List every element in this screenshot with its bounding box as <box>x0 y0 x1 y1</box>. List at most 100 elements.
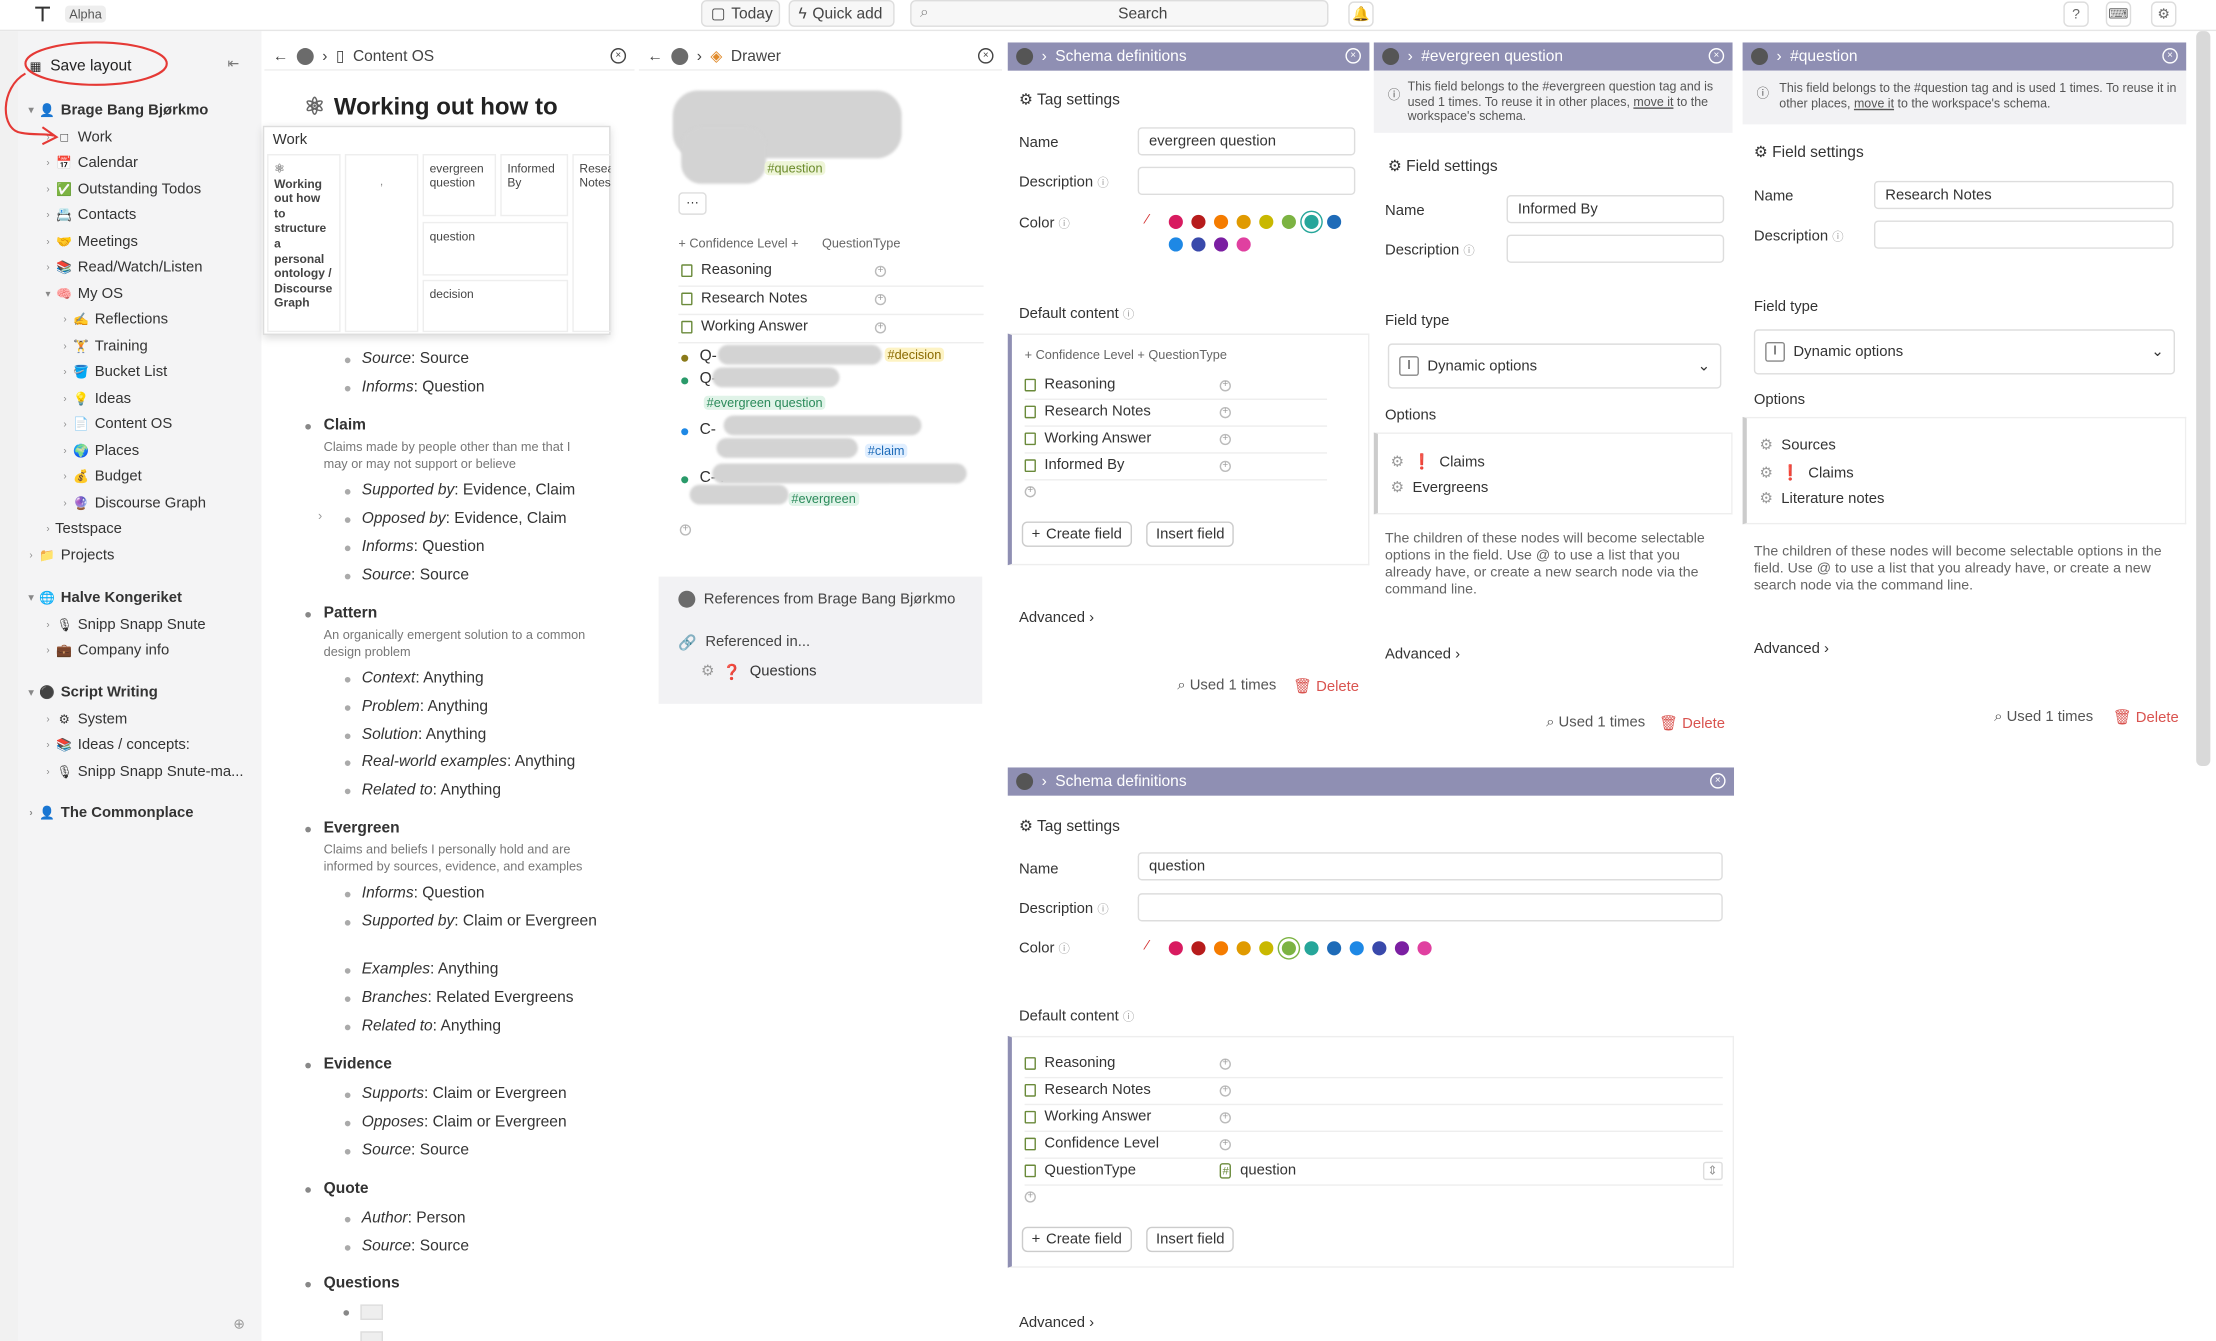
color-swatch[interactable] <box>1236 237 1251 252</box>
today-button[interactable]: ▢ Today <box>700 0 781 27</box>
color-swatch[interactable] <box>1327 214 1342 229</box>
field-row[interactable]: Branches: Related Evergreens <box>362 989 574 1006</box>
move-it-link[interactable]: move it <box>1633 94 1673 108</box>
item-tag[interactable]: #claim <box>864 443 908 458</box>
chevron-right-icon[interactable]: › <box>41 237 55 247</box>
chevron-right-icon[interactable]: › <box>24 808 38 818</box>
description-input[interactable] <box>1137 893 1723 922</box>
add-field-icon[interactable]: + <box>1024 1191 1036 1203</box>
add-field-row[interactable]: + Confidence Level + QuestionType <box>1025 348 1227 362</box>
tag-name-input[interactable]: question <box>1137 852 1723 881</box>
back-arrow-icon[interactable]: ← <box>647 47 663 64</box>
breadcrumb[interactable]: Content OS <box>353 47 434 64</box>
question-thumb[interactable] <box>360 1304 383 1320</box>
sidebar-item[interactable]: › 🏋 Training <box>18 334 261 360</box>
field-row[interactable]: Context: Anything <box>362 670 484 687</box>
chevron-right-icon[interactable]: › <box>41 263 55 273</box>
close-icon[interactable]: × <box>1345 48 1361 64</box>
color-swatch[interactable] <box>1236 941 1251 956</box>
add-value-icon[interactable]: + <box>1219 1112 1231 1124</box>
sidebar-item[interactable]: › 🪣 Bucket List <box>18 359 261 385</box>
color-swatch[interactable] <box>1372 941 1387 956</box>
collapse-sidebar-icon[interactable]: ⇤ <box>228 57 240 73</box>
field-row[interactable]: Source: Source <box>362 1238 469 1255</box>
chevron-down-icon[interactable]: ▾ <box>24 687 38 699</box>
sidebar-item[interactable]: › 📄 Content OS <box>18 411 261 437</box>
chevron-right-icon[interactable]: › <box>58 367 72 377</box>
add-value-icon[interactable]: + <box>1219 433 1231 446</box>
color-swatch[interactable] <box>1213 237 1229 252</box>
item-tag[interactable]: #decision <box>884 347 945 362</box>
sidebar-item[interactable]: › 🔮 Discourse Graph <box>18 490 261 516</box>
used-count[interactable]: ⌕ Used 1 times <box>1994 708 2093 726</box>
sidebar-item[interactable]: ▾ 🌐 Halve Kongeriket <box>18 585 261 611</box>
advanced-toggle[interactable]: Advanced › <box>1019 609 1094 626</box>
chevron-right-icon[interactable]: › <box>58 394 72 404</box>
delete-button[interactable]: 🗑 Delete <box>1659 714 1725 732</box>
description-input[interactable] <box>1137 166 1356 196</box>
questiontype-value[interactable]: # question <box>1219 1162 1296 1179</box>
add-field[interactable]: QuestionType <box>822 236 901 250</box>
color-swatch[interactable] <box>1191 941 1206 956</box>
quick-add-button[interactable]: ϟ Quick add <box>788 0 895 27</box>
chevron-right-icon[interactable]: › <box>41 740 55 750</box>
chevron-right-icon[interactable]: › <box>41 767 55 777</box>
used-count[interactable]: ⌕ Used 1 times <box>1546 714 1645 732</box>
tag-name-input[interactable]: evergreen question <box>1137 127 1356 156</box>
question-tag[interactable]: #question <box>764 161 826 176</box>
chevron-right-icon[interactable]: › <box>41 210 55 220</box>
section-title[interactable]: Questions <box>324 1275 400 1292</box>
chevron-right-icon[interactable]: › <box>41 646 55 656</box>
field-row[interactable]: Informs: Question <box>362 538 485 555</box>
field-name-input[interactable]: Informed By <box>1506 195 1725 224</box>
color-swatch[interactable] <box>1191 237 1206 252</box>
notifications-bell-icon[interactable]: 🔔 <box>1348 1 1374 27</box>
back-arrow-icon[interactable]: ← <box>273 47 289 64</box>
color-swatch[interactable] <box>1191 214 1206 229</box>
create-field-button[interactable]: + Create field <box>1021 521 1132 547</box>
add-field[interactable]: QuestionType <box>1148 348 1227 362</box>
chevron-down-icon[interactable]: ▾ <box>24 593 38 604</box>
expand-chevron-icon[interactable]: › <box>318 509 322 523</box>
default-field-row[interactable]: Reasoning <box>1024 1054 1115 1071</box>
sidebar-item[interactable]: › 💼 Company info <box>18 637 261 663</box>
sidebar-item[interactable]: ▾ 🧠 My OS <box>18 281 261 307</box>
sidebar-item[interactable]: › ✍ Reflections <box>18 307 261 333</box>
color-swatch[interactable] <box>1236 214 1251 229</box>
sidebar-item[interactable]: ▾ ⚫ Script Writing <box>18 680 261 706</box>
option-evergreens[interactable]: ⚙ Evergreens <box>1391 479 1489 496</box>
chevron-right-icon[interactable]: › <box>58 315 72 325</box>
field-row[interactable]: Related to: Anything <box>362 1018 501 1035</box>
ref-item-questions[interactable]: ⚙ ❓ Questions <box>701 663 817 681</box>
sidebar-item[interactable]: › 🌍 Places <box>18 438 261 464</box>
search-input[interactable]: ⌕ Search <box>910 0 1329 27</box>
chevron-down-icon[interactable]: ▾ <box>41 289 55 300</box>
close-icon[interactable]: × <box>977 48 994 64</box>
default-field-row[interactable]: Research Notes <box>1024 403 1151 420</box>
default-field-row[interactable]: Reasoning <box>1024 376 1115 393</box>
stepper-icon[interactable]: ⇕ <box>1702 1161 1723 1181</box>
no-color-icon[interactable]: ⁄ <box>1146 212 1148 228</box>
keyboard-icon[interactable]: ⌨ <box>2105 1 2132 27</box>
field-row[interactable]: Supported by: Claim or Evergreen <box>362 913 597 930</box>
chevron-right-icon[interactable]: › <box>24 551 38 561</box>
sidebar-item[interactable]: › 🤝 Meetings <box>18 229 261 255</box>
settings-gear-icon[interactable]: ⚙ <box>2150 1 2177 27</box>
chevron-right-icon[interactable]: › <box>41 185 55 195</box>
field-row[interactable]: Related to: Anything <box>362 782 501 799</box>
color-swatch[interactable] <box>1259 941 1274 956</box>
item-prefix[interactable]: C- <box>700 421 716 438</box>
default-field-row[interactable]: Informed By <box>1024 456 1124 473</box>
popup-col[interactable]: evergreen question <box>422 154 497 217</box>
option-sources[interactable]: ⚙ Sources <box>1760 437 1836 454</box>
app-logo[interactable]: ⊤ <box>34 3 57 26</box>
more-menu-button[interactable]: ··· <box>678 192 707 215</box>
chevron-right-icon[interactable]: › <box>58 342 72 352</box>
add-value-icon[interactable]: + <box>1219 1058 1231 1070</box>
color-swatch[interactable] <box>1168 214 1183 229</box>
color-swatch[interactable] <box>1304 941 1319 956</box>
chevron-right-icon[interactable]: › <box>58 446 72 456</box>
create-field-button[interactable]: + Create field <box>1021 1226 1132 1253</box>
field-row[interactable]: Research Notes <box>681 290 807 307</box>
sidebar-item[interactable]: › 💰 Budget <box>18 464 261 490</box>
